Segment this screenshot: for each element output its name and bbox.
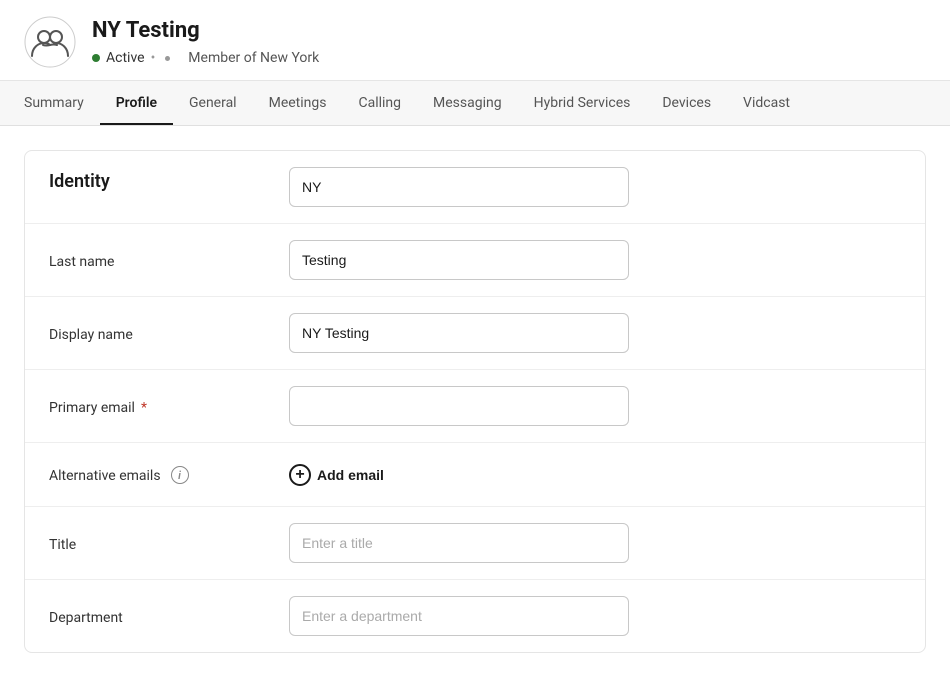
status-dot-icon	[92, 54, 100, 62]
form-row-first-name: Identity	[25, 151, 925, 224]
primary-email-label: Primary email	[49, 400, 135, 416]
header-meta: Active • Member of New York	[92, 50, 926, 66]
tab-calling[interactable]: Calling	[342, 81, 417, 125]
tabs-container: Summary Profile General Meetings Calling…	[0, 81, 950, 126]
last-name-label: Last name	[49, 254, 114, 270]
tab-messaging[interactable]: Messaging	[417, 81, 518, 125]
tab-profile[interactable]: Profile	[100, 81, 173, 125]
tab-devices[interactable]: Devices	[646, 81, 727, 125]
status-label: Active	[106, 50, 145, 66]
member-dot-icon	[165, 56, 170, 61]
title-input-col	[289, 523, 901, 563]
first-name-input[interactable]	[289, 167, 629, 207]
add-email-label: Add email	[317, 467, 384, 483]
form-row-alternative-emails: Alternative emails i + Add email	[25, 443, 925, 507]
tab-hybrid-services[interactable]: Hybrid Services	[518, 81, 647, 125]
header-info: NY Testing Active • Member of New York	[92, 18, 926, 66]
title-label-col: Title	[49, 534, 289, 553]
primary-email-label-col: Primary email *	[49, 397, 289, 416]
add-email-button[interactable]: + Add email	[289, 464, 384, 486]
department-input-col	[289, 596, 901, 636]
page-header: NY Testing Active • Member of New York	[0, 0, 950, 81]
display-name-input-col	[289, 313, 901, 353]
department-label: Department	[49, 610, 123, 626]
primary-email-input[interactable]	[289, 386, 629, 426]
tab-general[interactable]: General	[173, 81, 253, 125]
meta-separator: •	[151, 50, 156, 66]
form-row-last-name: Last name	[25, 224, 925, 297]
identity-section-title: Identity	[49, 167, 289, 192]
display-name-label: Display name	[49, 327, 133, 343]
department-input[interactable]	[289, 596, 629, 636]
member-label: Member of New York	[188, 50, 319, 66]
last-name-label-col: Last name	[49, 251, 289, 270]
primary-email-input-col	[289, 386, 901, 426]
title-label: Title	[49, 537, 76, 553]
plus-circle-icon: +	[289, 464, 311, 486]
alt-emails-input-col: + Add email	[289, 464, 901, 486]
tab-vidcast[interactable]: Vidcast	[727, 81, 806, 125]
page-title: NY Testing	[92, 18, 926, 44]
alt-emails-label: Alternative emails	[49, 468, 161, 484]
tabs-nav: Summary Profile General Meetings Calling…	[24, 81, 926, 125]
user-avatar-icon	[24, 16, 76, 68]
alt-emails-label-col: Alternative emails i	[49, 465, 289, 485]
tab-meetings[interactable]: Meetings	[253, 81, 343, 125]
first-name-input-col	[289, 167, 901, 207]
display-name-label-col: Display name	[49, 324, 289, 343]
form-row-display-name: Display name	[25, 297, 925, 370]
last-name-input-col	[289, 240, 901, 280]
last-name-input[interactable]	[289, 240, 629, 280]
main-content: Identity Last name Display name	[0, 126, 950, 677]
display-name-input[interactable]	[289, 313, 629, 353]
department-label-col: Department	[49, 607, 289, 626]
tab-summary[interactable]: Summary	[24, 81, 100, 125]
form-row-primary-email: Primary email *	[25, 370, 925, 443]
required-star-icon: *	[141, 400, 147, 416]
identity-section: Identity Last name Display name	[24, 150, 926, 653]
title-input[interactable]	[289, 523, 629, 563]
form-row-title: Title	[25, 507, 925, 580]
form-row-department: Department	[25, 580, 925, 652]
alt-emails-info-icon[interactable]: i	[171, 466, 189, 484]
